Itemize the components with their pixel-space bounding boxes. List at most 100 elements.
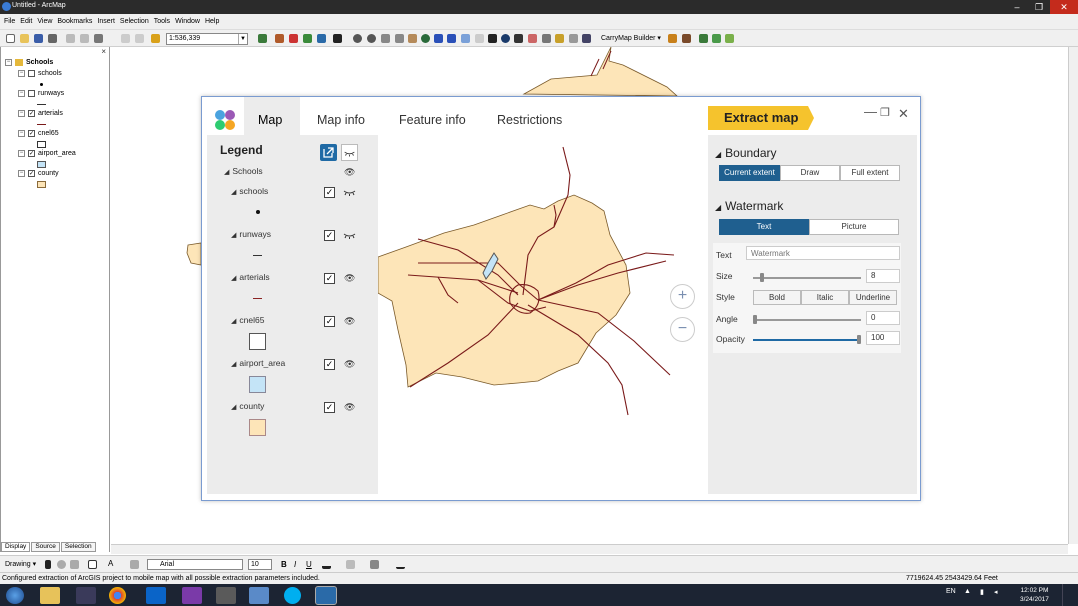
close-icon[interactable]: × [101, 47, 106, 56]
find-binoculars-icon[interactable] [514, 34, 523, 43]
watermark-section-header[interactable]: ◢ Watermark [715, 199, 783, 213]
carrymap-layers-icon[interactable] [699, 34, 708, 43]
expand-triangle-icon[interactable]: ◢ [231, 361, 236, 368]
menu-bookmarks[interactable]: Bookmarks [57, 18, 92, 25]
collapse-icon[interactable]: − [18, 110, 25, 117]
open-folder-icon[interactable] [20, 34, 29, 43]
toc-layer-airport-area[interactable]: − ✓ airport_area [18, 150, 76, 157]
eye-icon[interactable]: 👁︎ [344, 273, 355, 284]
eye-icon[interactable]: 👁︎ [344, 167, 355, 178]
angle-value-input[interactable]: 0 [866, 311, 900, 325]
layer-visibility-checkbox[interactable]: ✓ [28, 130, 35, 137]
toc-layer-runways[interactable]: − runways [18, 90, 64, 97]
legend-layer-arterials[interactable]: ◢ arterials [231, 272, 270, 282]
boundary-draw[interactable]: Draw [780, 165, 840, 181]
size-slider[interactable] [753, 273, 861, 282]
toc-layer-cnel65[interactable]: − ✓ cnel65 [18, 130, 59, 137]
zoom-in-icon[interactable] [353, 34, 362, 43]
eye-icon[interactable]: 👁︎ [344, 402, 355, 413]
extract-map-button[interactable]: Extract map [708, 106, 814, 130]
search-window-icon[interactable] [303, 34, 312, 43]
paste-icon[interactable] [94, 34, 103, 43]
undo-icon[interactable] [121, 34, 130, 43]
legend-root-row[interactable]: ◢ Schools [224, 166, 263, 176]
toc-root-row[interactable]: − Schools [5, 59, 53, 66]
toc-layer-schools[interactable]: − schools [18, 70, 62, 77]
collapse-icon[interactable]: − [18, 170, 25, 177]
opacity-value-input[interactable]: 100 [866, 331, 900, 345]
line-color-icon[interactable] [370, 560, 379, 569]
expand-triangle-icon[interactable]: ◢ [231, 404, 236, 411]
style-italic-button[interactable]: Italic [801, 290, 849, 305]
arcmap-taskbar-icon[interactable] [315, 586, 337, 605]
back-extent-icon[interactable] [434, 34, 443, 43]
expand-triangle-icon[interactable]: ◢ [231, 275, 236, 282]
layer-checkbox[interactable]: ✓ [324, 273, 335, 284]
map-scale-dropdown[interactable]: 1:536,339 ▼ [166, 33, 248, 45]
copy-icon[interactable] [80, 34, 89, 43]
text-tool-icon[interactable]: A [108, 560, 117, 569]
legend-layer-schools[interactable]: ◢ schools [231, 186, 268, 196]
skype-icon[interactable] [284, 587, 301, 604]
tray-chevron-icon[interactable]: ▲ [964, 588, 971, 595]
carrymap-attach-icon[interactable] [725, 34, 734, 43]
taskbar-clock[interactable]: 12:02 PM 3/24/2017 [1020, 586, 1049, 604]
whats-this-icon[interactable] [333, 34, 342, 43]
layer-visibility-checkbox[interactable]: ✓ [28, 110, 35, 117]
time-slider-icon[interactable] [582, 34, 591, 43]
collapse-icon[interactable]: − [18, 150, 25, 157]
measure-icon[interactable] [542, 34, 551, 43]
select-arrow-icon[interactable] [45, 560, 51, 569]
underline-button[interactable]: U [306, 560, 312, 569]
eye-closed-icon[interactable] [343, 232, 356, 240]
slider-thumb[interactable] [760, 273, 764, 282]
tab-restrictions[interactable]: Restrictions [497, 113, 562, 127]
collapse-icon[interactable]: − [18, 90, 25, 97]
full-extent-globe-icon[interactable] [421, 34, 430, 43]
network-icon[interactable]: ▮ [980, 588, 984, 596]
layer-checkbox[interactable]: ✓ [324, 316, 335, 327]
rectangle-icon[interactable] [88, 560, 97, 569]
collapse-triangle-icon[interactable]: ◢ [715, 150, 721, 159]
select-elements-arrow-icon[interactable] [488, 34, 497, 43]
style-bold-button[interactable]: Bold [753, 290, 801, 305]
legend-layer-cnel65[interactable]: ◢ cnel65 [231, 315, 264, 325]
toc-layer-arterials[interactable]: − ✓ arterials [18, 110, 63, 117]
vertical-scrollbar[interactable] [1068, 47, 1078, 544]
print-icon[interactable] [48, 34, 57, 43]
maximize-window-button[interactable]: ❐ [1028, 0, 1050, 14]
outlook-icon[interactable] [146, 587, 166, 604]
layer-checkbox[interactable]: ✓ [324, 359, 335, 370]
menu-insert[interactable]: Insert [97, 18, 115, 25]
menu-window[interactable]: Window [175, 18, 200, 25]
expand-triangle-icon[interactable]: ◢ [231, 318, 236, 325]
watermark-text-input[interactable] [746, 246, 900, 260]
close-window-button[interactable]: ✕ [1050, 0, 1078, 14]
zoom-in-button[interactable]: + [670, 284, 695, 309]
boundary-section-header[interactable]: ◢ Boundary [715, 146, 777, 160]
minimize-icon[interactable]: — [864, 104, 877, 119]
horizontal-scrollbar[interactable] [111, 544, 1068, 554]
carrymap-export-icon[interactable] [668, 34, 677, 43]
external-link-icon[interactable] [320, 144, 337, 161]
arctoolbox-icon[interactable] [275, 34, 284, 43]
remote-desktop-icon[interactable] [249, 587, 269, 604]
menu-view[interactable]: View [37, 18, 52, 25]
boundary-current-extent[interactable]: Current extent [719, 165, 780, 181]
legend-layer-county[interactable]: ◢ county [231, 401, 264, 411]
layer-visibility-checkbox[interactable] [28, 90, 35, 97]
collapse-icon[interactable]: − [18, 130, 25, 137]
visual-studio-icon[interactable] [182, 587, 202, 604]
collapse-icon[interactable]: − [5, 59, 12, 66]
expand-triangle-icon[interactable]: ◢ [224, 169, 229, 176]
menu-selection[interactable]: Selection [120, 18, 149, 25]
tab-display[interactable]: Display [1, 542, 31, 552]
catalog-icon[interactable] [289, 34, 298, 43]
angle-slider[interactable] [753, 315, 861, 324]
watermark-mode-text[interactable]: Text [719, 219, 809, 235]
html-popup-icon[interactable] [569, 34, 578, 43]
boundary-full-extent[interactable]: Full extent [840, 165, 900, 181]
expand-triangle-icon[interactable]: ◢ [231, 189, 236, 196]
hyperlink-icon[interactable] [555, 34, 564, 43]
menu-edit[interactable]: Edit [20, 18, 32, 25]
